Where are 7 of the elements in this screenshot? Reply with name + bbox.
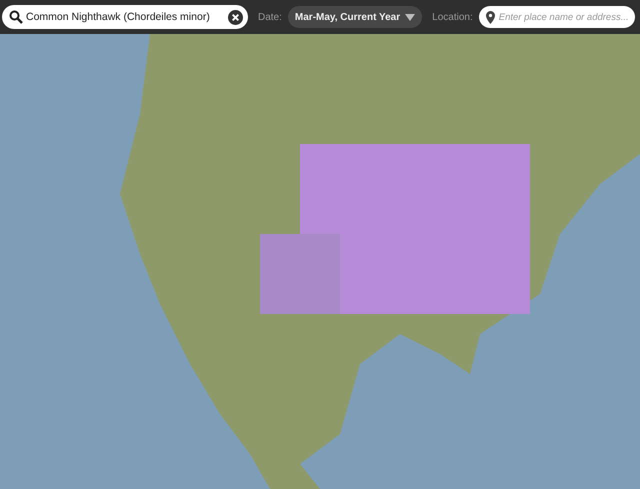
clear-icon[interactable]: [228, 10, 243, 25]
date-label: Date:: [258, 12, 282, 22]
species-search-field[interactable]: Common Nighthawk (Chordeiles minor): [2, 5, 248, 29]
caret-icon: [405, 14, 416, 20]
date-dropdown[interactable]: Mar-May, Current Year: [288, 6, 422, 28]
location-label: Location:: [432, 12, 473, 22]
location-field[interactable]: Enter place name or address...: [478, 6, 635, 28]
